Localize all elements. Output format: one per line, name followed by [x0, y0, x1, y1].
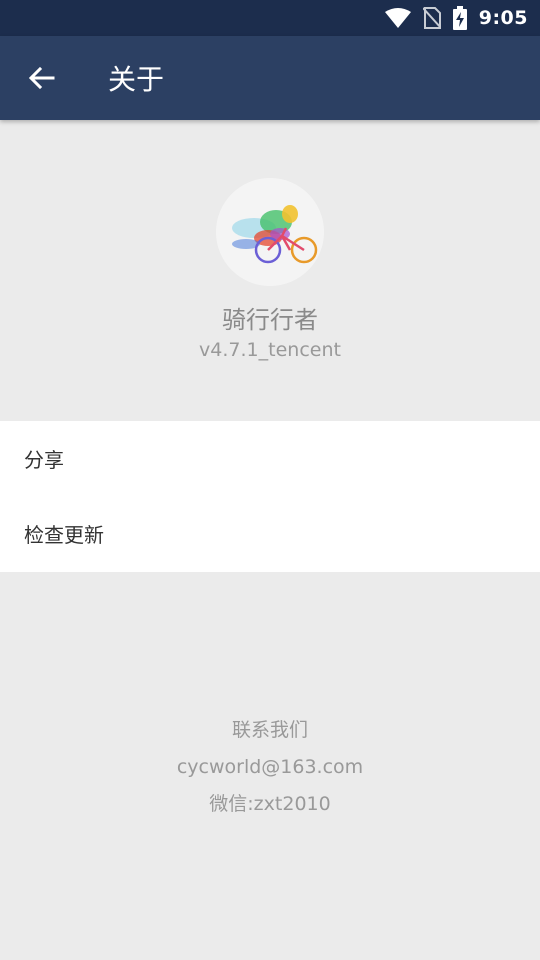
- status-bar: 9:05: [0, 0, 540, 36]
- wifi-icon: [384, 8, 411, 28]
- settings-menu: 分享 检查更新: [0, 421, 540, 572]
- check-update-label: 检查更新: [24, 523, 104, 547]
- app-info-section: 骑行行者 v4.7.1_tencent: [0, 120, 540, 421]
- share-label: 分享: [24, 448, 64, 472]
- back-button[interactable]: [0, 36, 84, 120]
- arrow-left-icon: [29, 67, 55, 89]
- status-time: 9:05: [478, 7, 528, 29]
- page-title: 关于: [108, 63, 165, 96]
- no-sim-icon: [422, 7, 441, 29]
- contact-email: cycworld@163.com: [176, 756, 364, 778]
- app-name: 骑行行者: [222, 306, 318, 334]
- share-item[interactable]: 分享: [0, 421, 540, 496]
- contact-wechat: 微信:zxt2010: [209, 793, 331, 815]
- app-version: v4.7.1_tencent: [199, 339, 341, 361]
- cyclist-logo-icon: [216, 178, 324, 286]
- battery-charging-icon: [452, 6, 467, 30]
- check-update-item[interactable]: 检查更新: [0, 496, 540, 571]
- contact-title: 联系我们: [231, 719, 308, 741]
- app-bar: 关于: [0, 36, 540, 120]
- app-logo: [216, 178, 324, 286]
- contact-section: 联系我们 cycworld@163.com 微信:zxt2010: [0, 712, 540, 823]
